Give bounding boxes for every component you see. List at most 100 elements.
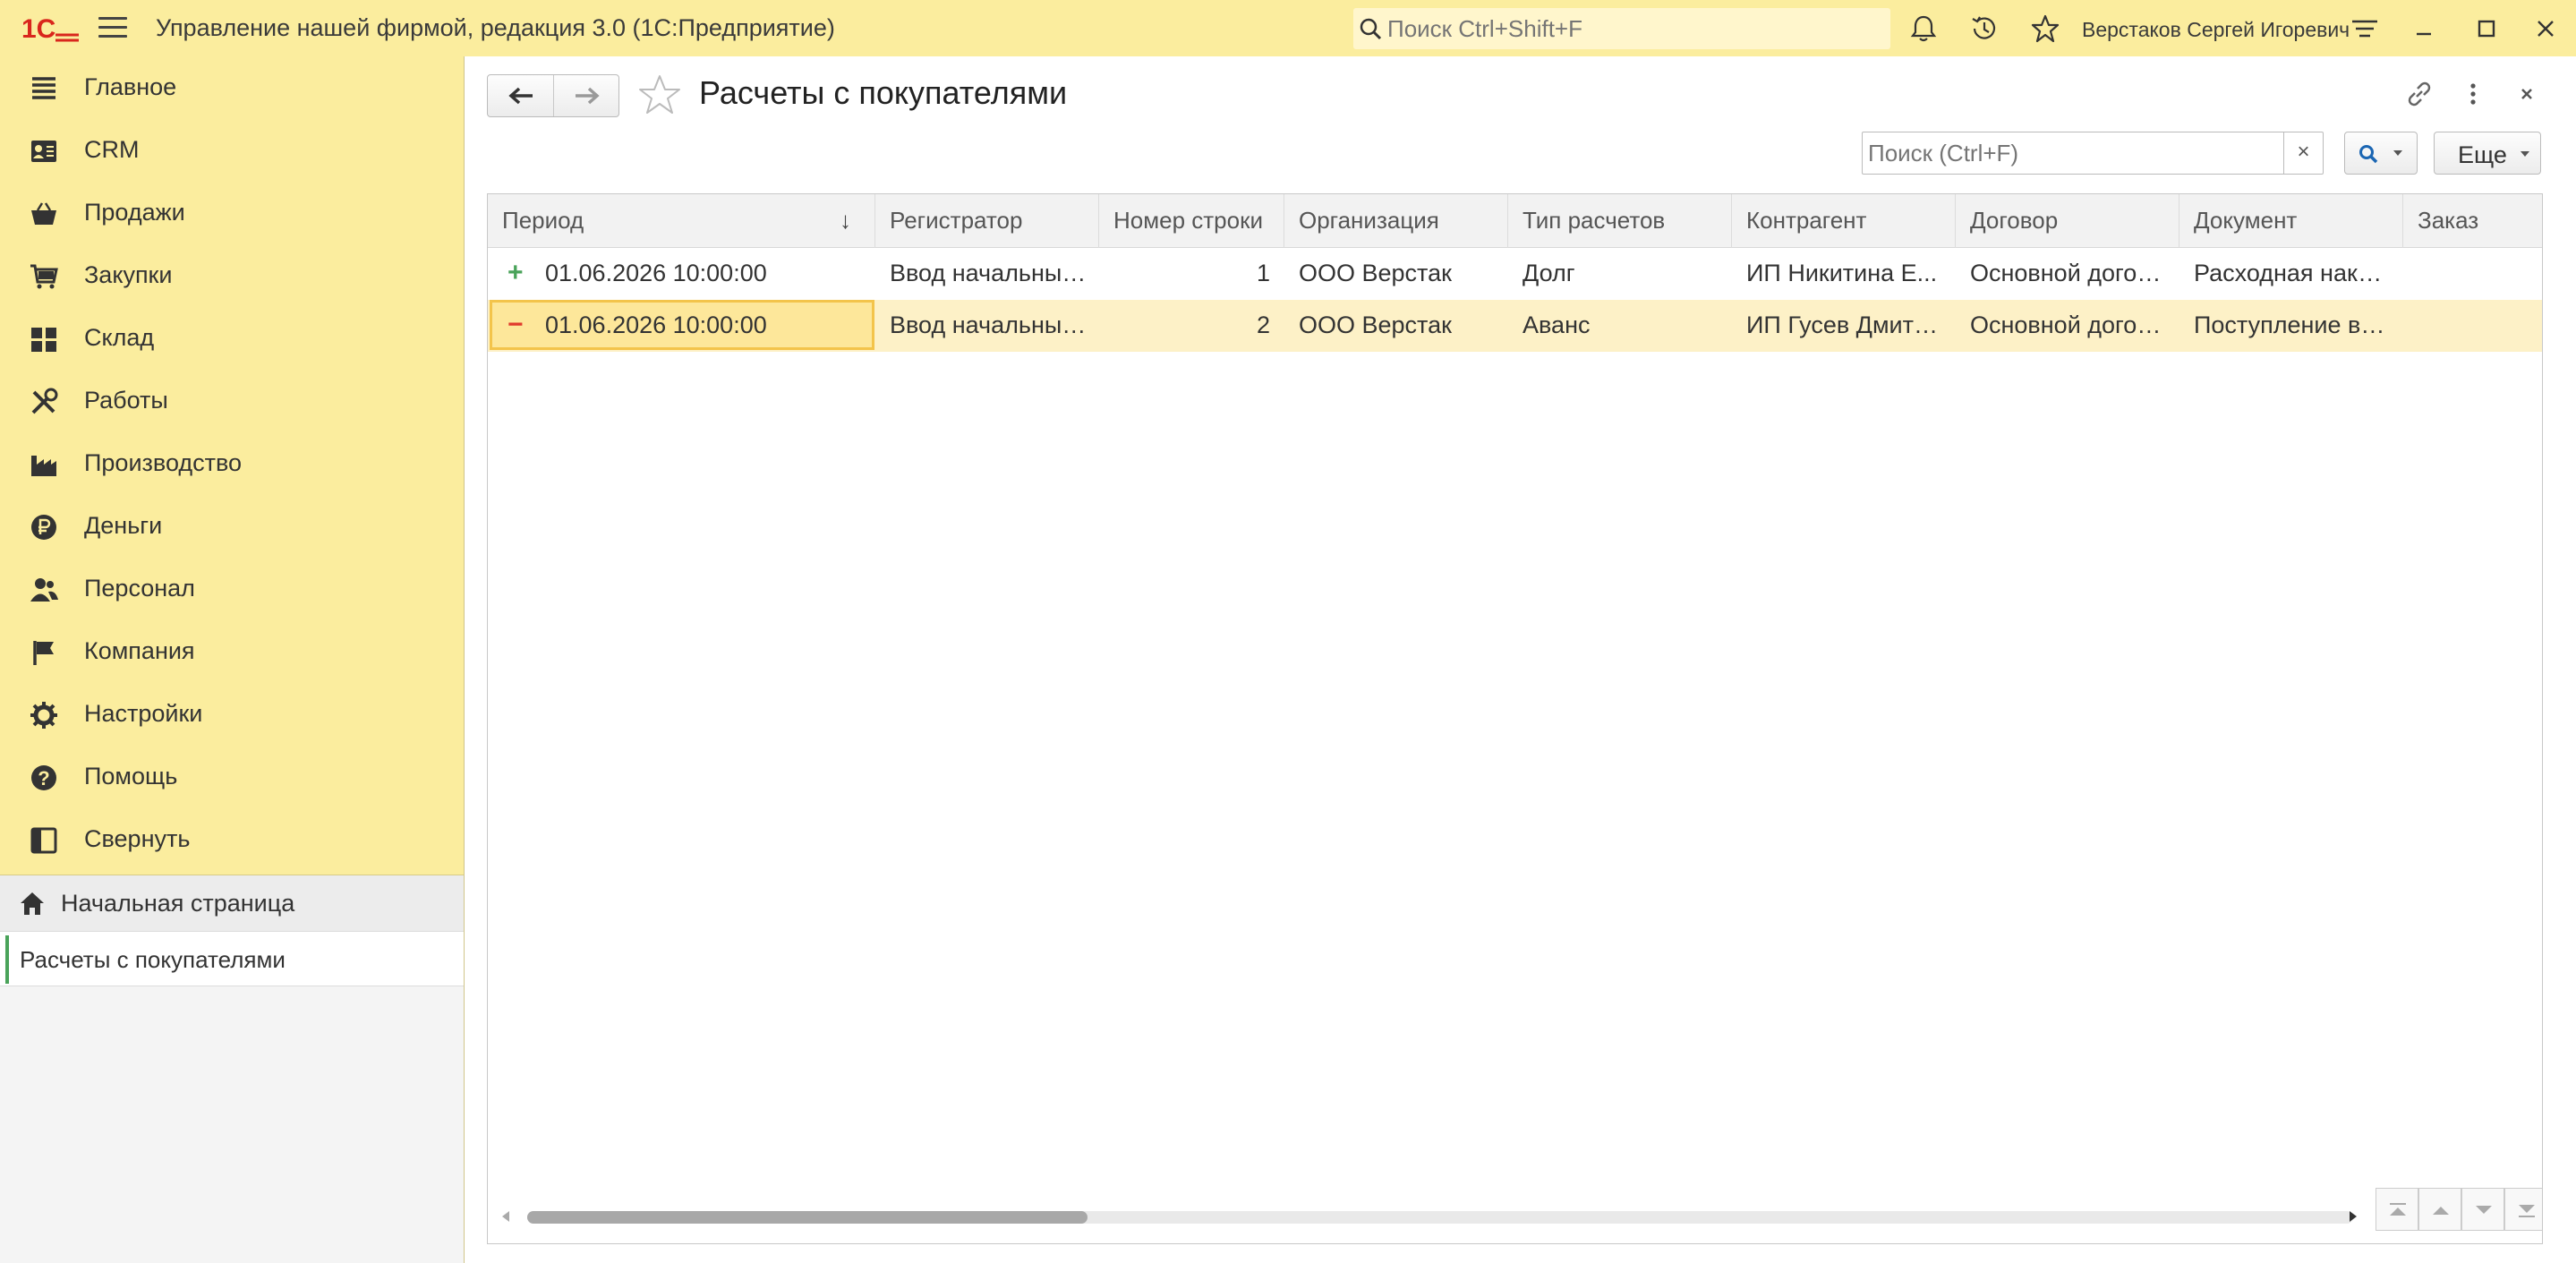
cell-calc-type[interactable]: Долг xyxy=(1508,248,1719,300)
scroll-left-icon[interactable] xyxy=(502,1211,509,1222)
column-header-contract[interactable]: Договор xyxy=(1956,194,2179,248)
chevron-down-icon xyxy=(2521,151,2529,157)
page-down-button[interactable] xyxy=(2461,1188,2504,1231)
cell-counterparty[interactable]: ИП Никитина Е... xyxy=(1732,248,1943,300)
sidebar-item-purchases[interactable]: Закупки xyxy=(0,244,464,307)
column-header-document[interactable]: Документ xyxy=(2179,194,2403,248)
collapse-icon xyxy=(30,827,57,854)
settings-lines-icon[interactable] xyxy=(2349,13,2381,45)
cell-organization[interactable]: ООО Верстак xyxy=(1284,248,1496,300)
list-search: × xyxy=(1862,132,2324,175)
scroll-to-bottom-button[interactable] xyxy=(2504,1188,2542,1231)
tools-icon xyxy=(31,388,58,414)
sidebar-item-production[interactable]: Производство xyxy=(0,432,464,495)
cell-organization[interactable]: ООО Верстак xyxy=(1284,300,1496,352)
table-row[interactable]: + 01.06.2026 10:00:00 Ввод начальных ост… xyxy=(488,248,2542,300)
home-icon xyxy=(21,892,44,915)
column-header-line-no[interactable]: Номер строки xyxy=(1099,194,1284,248)
column-header-registrar[interactable]: Регистратор xyxy=(875,194,1099,248)
double-down-icon xyxy=(2519,1205,2535,1217)
forward-button[interactable] xyxy=(553,75,618,116)
sidebar-item-warehouse[interactable]: Склад xyxy=(0,307,464,370)
minimize-icon[interactable] xyxy=(2408,13,2440,45)
sidebar-item-collapse[interactable]: Свернуть xyxy=(0,808,464,871)
svg-text:1С: 1С xyxy=(21,14,55,44)
sidebar-item-main[interactable]: Главное xyxy=(0,56,464,119)
favorites-star-icon[interactable] xyxy=(2030,13,2060,44)
search-icon xyxy=(2359,145,2378,164)
column-header-period[interactable]: Период ↓ xyxy=(488,194,875,248)
maximize-icon[interactable] xyxy=(2470,13,2503,45)
scroll-to-top-button[interactable] xyxy=(2376,1188,2418,1231)
list-search-input[interactable] xyxy=(1868,133,2271,173)
flag-icon xyxy=(33,641,54,665)
help-icon: ? xyxy=(31,765,56,790)
search-icon xyxy=(1360,18,1382,40)
sidebar-item-works[interactable]: Работы xyxy=(0,370,464,432)
more-vertical-icon[interactable] xyxy=(2455,76,2491,112)
cell-registrar[interactable]: Ввод начальных остатков xyxy=(875,300,1087,352)
open-windows-panel: Начальная страница Расчеты с покупателям… xyxy=(0,875,464,1263)
sidebar-item-settings[interactable]: Настройки xyxy=(0,683,464,746)
page-up-button[interactable] xyxy=(2418,1188,2461,1231)
scroll-track[interactable] xyxy=(527,1211,2353,1224)
cell-order[interactable] xyxy=(2403,248,2542,300)
open-window-home[interactable]: Начальная страница xyxy=(0,875,464,931)
cell-line-no[interactable]: 2 xyxy=(1099,300,1284,352)
scroll-thumb[interactable] xyxy=(527,1211,1088,1224)
more-button[interactable]: Еще xyxy=(2434,132,2541,175)
favorite-star-icon[interactable] xyxy=(637,73,682,117)
search-button[interactable] xyxy=(2344,132,2418,175)
chevron-down-icon xyxy=(2393,150,2402,156)
form-panel: Расчеты с покупателями × Еще Период ↓ Ре… xyxy=(464,56,2576,1263)
sidebar-item-money[interactable]: Деньги xyxy=(0,495,464,558)
menu-icon[interactable] xyxy=(98,17,127,40)
cell-period[interactable]: 01.06.2026 10:00:00 xyxy=(488,300,875,352)
open-window-current[interactable]: Расчеты с покупателями xyxy=(0,931,464,986)
cell-document[interactable]: Расходная накладная xyxy=(2179,248,2391,300)
table-header: Период ↓ Регистратор Номер строки Органи… xyxy=(488,194,2542,248)
close-form-icon[interactable] xyxy=(2509,76,2545,112)
bell-icon[interactable] xyxy=(1908,13,1939,44)
ruble-icon xyxy=(31,515,56,540)
cell-contract[interactable]: Основной договор xyxy=(1956,248,2167,300)
cell-contract[interactable]: Основной договор xyxy=(1956,300,2167,352)
svg-text:?: ? xyxy=(38,767,49,789)
column-header-calc-type[interactable]: Тип расчетов xyxy=(1508,194,1732,248)
cell-registrar[interactable]: Ввод начальных остатков xyxy=(875,248,1087,300)
data-table: Период ↓ Регистратор Номер строки Органи… xyxy=(487,193,2543,1244)
link-icon[interactable] xyxy=(2401,76,2437,112)
table-row-selected[interactable]: − 01.06.2026 10:00:00 Ввод начальных ост… xyxy=(488,300,2542,352)
sidebar-item-company[interactable]: Компания xyxy=(0,620,464,683)
sort-desc-icon: ↓ xyxy=(840,207,851,234)
cell-calc-type[interactable]: Аванс xyxy=(1508,300,1719,352)
cell-order[interactable] xyxy=(2403,300,2542,352)
horizontal-scrollbar[interactable] xyxy=(488,1193,2542,1243)
cell-counterparty[interactable]: ИП Гусев Дмитрий xyxy=(1732,300,1943,352)
history-icon[interactable] xyxy=(1969,13,2000,44)
scroll-right-icon[interactable] xyxy=(2350,1211,2357,1222)
sidebar-item-crm[interactable]: CRM xyxy=(0,119,464,182)
global-search-input[interactable] xyxy=(1387,8,1880,49)
active-indicator xyxy=(5,935,9,984)
cell-line-no[interactable]: 1 xyxy=(1099,248,1284,300)
cell-document[interactable]: Поступление в кассу xyxy=(2179,300,2391,352)
people-icon xyxy=(30,578,58,602)
1c-logo-icon: 1С xyxy=(21,14,79,44)
column-header-order[interactable]: Заказ xyxy=(2403,194,2542,248)
sidebar-item-personnel[interactable]: Персонал xyxy=(0,558,464,620)
title-bar: 1С Управление нашей фирмой, редакция 3.0… xyxy=(0,0,2576,56)
close-window-icon[interactable] xyxy=(2529,13,2562,45)
column-header-counterparty[interactable]: Контрагент xyxy=(1732,194,1956,248)
user-name[interactable]: Верстаков Сергей Игоревич xyxy=(2082,18,2350,42)
clear-search-button[interactable]: × xyxy=(2283,132,2323,174)
back-button[interactable] xyxy=(488,75,553,116)
sidebar-item-sales[interactable]: Продажи xyxy=(0,182,464,244)
app-title: Управление нашей фирмой, редакция 3.0 (1… xyxy=(156,14,835,41)
global-search[interactable] xyxy=(1353,8,1890,49)
cell-period[interactable]: 01.06.2026 10:00:00 xyxy=(488,248,875,300)
sidebar-item-help[interactable]: ? Помощь xyxy=(0,746,464,808)
column-header-organization[interactable]: Организация xyxy=(1284,194,1508,248)
arrow-left-icon xyxy=(508,87,533,105)
down-icon xyxy=(2476,1206,2492,1214)
